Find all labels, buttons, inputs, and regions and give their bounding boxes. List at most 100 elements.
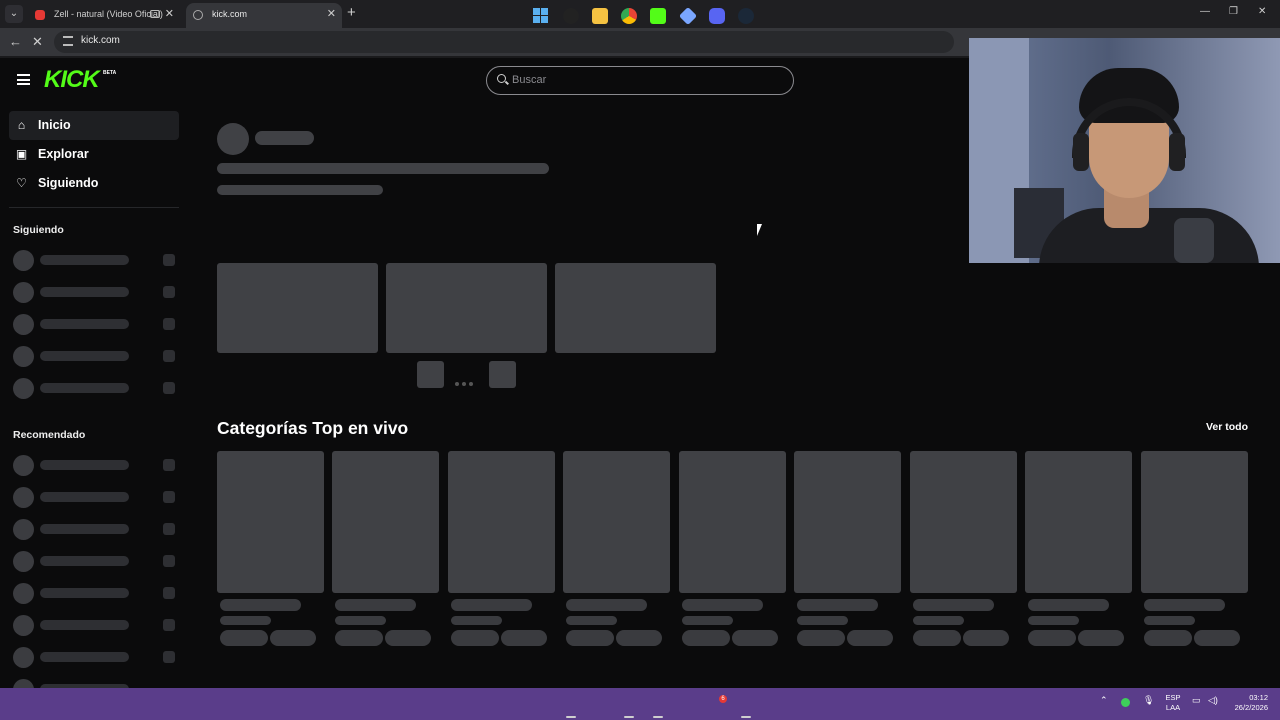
- chrome-icon[interactable]: [621, 8, 637, 24]
- carousel-card-placeholder[interactable]: [386, 263, 547, 353]
- tab-search-button[interactable]: ⌄: [5, 5, 23, 23]
- channel-avatar-placeholder[interactable]: [13, 487, 34, 508]
- carousel-card-placeholder[interactable]: [217, 263, 378, 353]
- browser-tab-bar: ⌄ Zell - natural (Video Oficial) ✕ kick.…: [0, 0, 1280, 28]
- carousel-card-placeholder[interactable]: [555, 263, 716, 353]
- channel-name-placeholder: [40, 287, 129, 297]
- category-tag-placeholder: [1194, 630, 1240, 646]
- see-all-link[interactable]: Ver todo: [1206, 421, 1248, 433]
- category-card-placeholder[interactable]: [1141, 451, 1248, 593]
- category-name-placeholder: [1028, 599, 1109, 611]
- clock-date: 26/2/2026: [1234, 703, 1268, 712]
- language-indicator[interactable]: ESP LAA: [1163, 693, 1183, 713]
- webcam-overlay: [969, 38, 1280, 263]
- category-card-placeholder[interactable]: [563, 451, 670, 593]
- headset-earcup: [1169, 133, 1185, 171]
- status-dot-icon[interactable]: [1121, 698, 1130, 707]
- tab-kick[interactable]: kick.com ✕: [186, 3, 342, 28]
- viewer-count-placeholder: [163, 587, 175, 599]
- mug: [1174, 218, 1214, 263]
- heart-icon: ♡: [16, 176, 27, 190]
- category-tag-placeholder: [451, 630, 499, 646]
- channel-avatar-placeholder[interactable]: [13, 519, 34, 540]
- category-tag-placeholder: [847, 630, 893, 646]
- channel-avatar-placeholder[interactable]: [13, 378, 34, 399]
- viewer-count-placeholder: [163, 491, 175, 503]
- language-code: ESP: [1165, 693, 1181, 702]
- tab-title: kick.com: [212, 9, 248, 19]
- channel-name-placeholder: [40, 556, 129, 566]
- category-card-placeholder[interactable]: [910, 451, 1017, 593]
- search-input[interactable]: Buscar: [486, 66, 794, 95]
- channel-avatar-placeholder[interactable]: [13, 314, 34, 335]
- channel-name-placeholder: [40, 620, 129, 630]
- menu-icon[interactable]: [17, 74, 30, 85]
- channel-avatar-placeholder[interactable]: [13, 346, 34, 367]
- steam-icon[interactable]: [738, 8, 754, 24]
- carousel-prev-button[interactable]: [417, 361, 444, 388]
- channel-avatar-placeholder[interactable]: [13, 551, 34, 572]
- category-card-placeholder[interactable]: [448, 451, 555, 593]
- kick-logo[interactable]: KICK: [44, 66, 100, 94]
- following-heading: Siguiendo: [13, 224, 64, 236]
- sidebar-item-inicio[interactable]: ⌂ Inicio: [9, 111, 179, 140]
- channel-avatar-placeholder[interactable]: [13, 615, 34, 636]
- discord-badge: 6: [719, 695, 727, 703]
- channel-avatar-placeholder[interactable]: [13, 583, 34, 604]
- category-card-placeholder[interactable]: [1025, 451, 1132, 593]
- windows-start-icon[interactable]: [533, 8, 549, 24]
- close-tab-icon[interactable]: ✕: [165, 3, 174, 26]
- network-icon[interactable]: ▭: [1192, 695, 1201, 706]
- back-icon[interactable]: ←: [9, 34, 22, 49]
- category-viewers-placeholder: [220, 616, 271, 625]
- clock-time: 03:12: [1249, 693, 1268, 702]
- sidebar-item-explorar[interactable]: ▣ Explorar: [9, 140, 179, 169]
- channel-name-placeholder: [40, 255, 129, 265]
- category-viewers-placeholder: [797, 616, 848, 625]
- category-card-placeholder[interactable]: [794, 451, 901, 593]
- discord-icon[interactable]: [709, 8, 725, 24]
- close-tab-icon[interactable]: ✕: [327, 3, 336, 26]
- tab-youtube[interactable]: Zell - natural (Video Oficial) ✕: [28, 3, 180, 28]
- channel-avatar-placeholder[interactable]: [13, 282, 34, 303]
- restore-icon[interactable]: ❐: [1229, 6, 1238, 17]
- youtube-icon: [35, 10, 45, 20]
- category-viewers-placeholder: [1144, 616, 1195, 625]
- sidebar-item-siguiendo[interactable]: ♡ Siguiendo: [9, 169, 179, 198]
- category-card-placeholder[interactable]: [679, 451, 786, 593]
- viewer-count-placeholder: [163, 555, 175, 567]
- address-bar[interactable]: kick.com: [54, 31, 954, 53]
- volume-icon[interactable]: ◁): [1208, 695, 1218, 706]
- category-tag-placeholder: [220, 630, 268, 646]
- viewer-count-placeholder: [163, 382, 175, 394]
- category-tag-placeholder: [1028, 630, 1076, 646]
- featured-avatar-placeholder: [217, 123, 249, 155]
- kick-app-icon[interactable]: [650, 8, 666, 24]
- url-text: kick.com: [81, 35, 120, 46]
- site-info-icon[interactable]: [63, 36, 73, 46]
- channel-avatar-placeholder[interactable]: [13, 250, 34, 271]
- stop-loading-icon[interactable]: ✕: [32, 34, 43, 50]
- chevron-up-icon[interactable]: ⌃: [1100, 695, 1108, 706]
- close-window-icon[interactable]: ✕: [1258, 6, 1266, 17]
- category-name-placeholder: [913, 599, 994, 611]
- new-tab-button[interactable]: +: [347, 4, 356, 21]
- category-name-placeholder: [797, 599, 878, 611]
- channel-avatar-placeholder[interactable]: [13, 455, 34, 476]
- picture-in-picture-icon[interactable]: [150, 10, 160, 18]
- carousel-next-button[interactable]: [489, 361, 516, 388]
- category-tag-placeholder: [1078, 630, 1124, 646]
- category-card-placeholder[interactable]: [217, 451, 324, 593]
- sidebar-item-label: Inicio: [38, 118, 71, 132]
- taskbar-clock[interactable]: 03:12 26/2/2026: [1226, 693, 1268, 713]
- microphone-icon[interactable]: 🎙: [1143, 695, 1154, 706]
- channel-avatar-placeholder[interactable]: [13, 647, 34, 668]
- category-card-placeholder[interactable]: [332, 451, 439, 593]
- file-explorer-icon[interactable]: [592, 8, 608, 24]
- mouse-cursor: [757, 224, 767, 236]
- carousel-dots: [455, 373, 479, 386]
- channel-name-placeholder: [40, 588, 129, 598]
- minimize-icon[interactable]: —: [1200, 6, 1210, 17]
- obs-icon[interactable]: [563, 8, 579, 24]
- category-tag-placeholder: [732, 630, 778, 646]
